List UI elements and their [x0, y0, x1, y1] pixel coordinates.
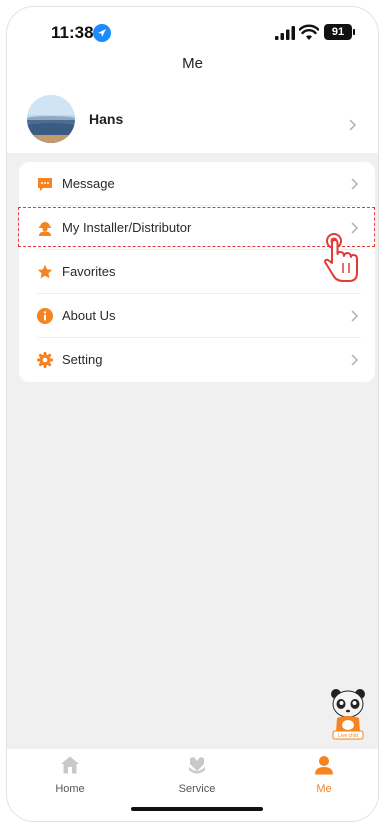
chevron-right-icon	[351, 310, 359, 322]
info-icon	[37, 308, 53, 324]
location-arrow-icon	[93, 24, 111, 42]
nav-me[interactable]: Me	[284, 755, 364, 795]
menu-label-message: Message	[62, 176, 115, 191]
menu-item-setting[interactable]: Setting	[19, 338, 375, 382]
user-name: Hans	[89, 111, 124, 127]
profile-row[interactable]: Hans	[7, 93, 378, 151]
signal-icon	[275, 26, 295, 40]
phone-screen: 11:38 91 Me Hans Message My Installer/Di…	[6, 6, 379, 822]
nav-label-home: Home	[55, 783, 85, 795]
menu-item-about-us[interactable]: About Us	[19, 294, 375, 338]
page-title: Me	[182, 55, 203, 72]
service-icon	[189, 757, 205, 774]
gear-icon	[37, 352, 53, 368]
live-chat-badge: Live chat	[338, 733, 359, 739]
message-icon	[38, 178, 52, 191]
tap-pointer-icon	[324, 233, 358, 282]
chevron-right-icon	[351, 354, 359, 366]
chevron-right-icon	[349, 119, 357, 131]
battery-indicator: 91	[324, 24, 352, 40]
live-chat-mascot[interactable]: Live chat	[329, 687, 367, 745]
nav-service[interactable]: Service	[157, 755, 237, 795]
home-icon	[61, 756, 79, 774]
menu-label-setting: Setting	[62, 352, 103, 367]
avatar	[27, 95, 75, 143]
home-indicator	[131, 807, 263, 811]
person-icon	[315, 756, 333, 775]
chevron-right-icon	[351, 178, 359, 190]
nav-home[interactable]: Home	[30, 755, 110, 795]
menu-item-message[interactable]: Message	[19, 162, 375, 206]
wifi-icon	[299, 24, 319, 40]
star-icon	[37, 264, 53, 279]
menu-label-about-us: About Us	[62, 308, 116, 323]
status-time: 11:38	[51, 23, 94, 42]
menu-label-favorites: Favorites	[62, 264, 116, 279]
nav-label-service: Service	[178, 783, 216, 795]
bottom-nav: Home Service Me	[7, 749, 378, 821]
battery-tip	[353, 29, 355, 35]
nav-label-me: Me	[316, 783, 332, 795]
